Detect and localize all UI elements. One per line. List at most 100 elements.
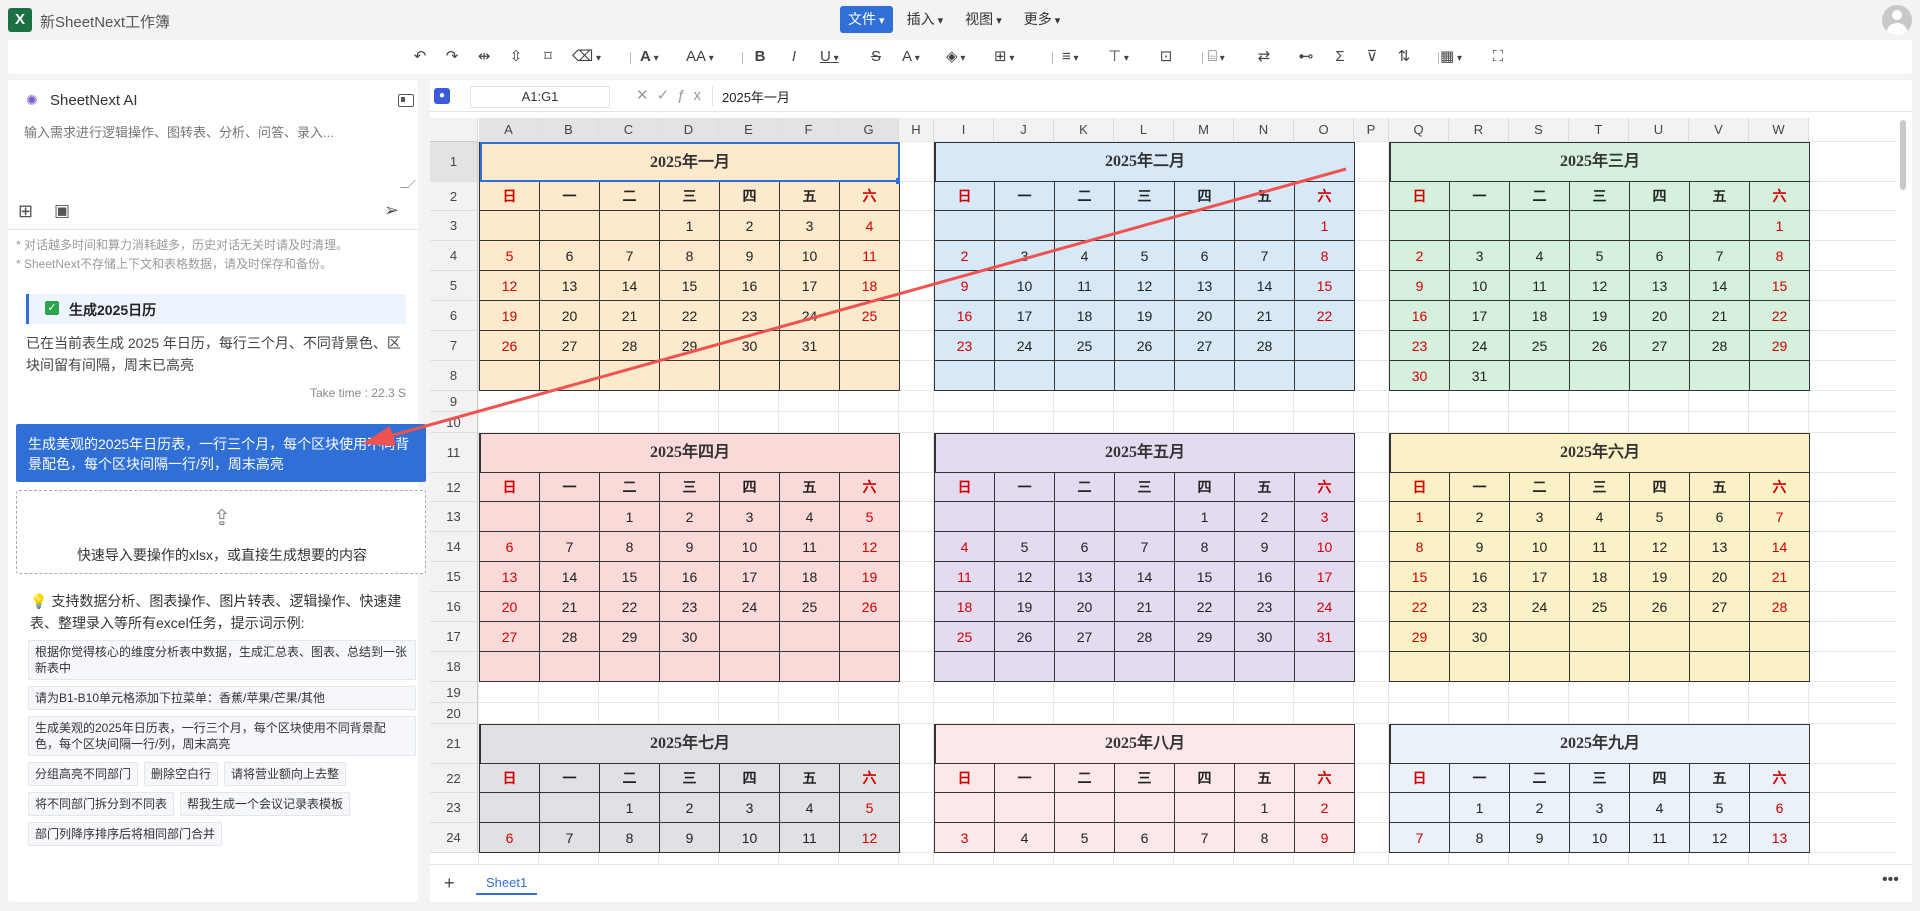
font-color-icon[interactable]: A: [902, 47, 920, 67]
day-cell[interactable]: 3: [780, 211, 840, 241]
border-icon[interactable]: ⊞: [994, 47, 1014, 67]
day-cell[interactable]: 5: [1055, 823, 1115, 853]
day-cell[interactable]: 10: [995, 271, 1055, 301]
day-cell[interactable]: [1690, 652, 1750, 682]
day-cell[interactable]: [1055, 652, 1115, 682]
weekday-header[interactable]: 日: [935, 182, 995, 211]
day-cell[interactable]: [1115, 793, 1175, 823]
workbook-title[interactable]: 新SheetNext工作簿: [40, 11, 170, 32]
conditional-format-icon[interactable]: ⌸: [1208, 47, 1225, 67]
day-cell[interactable]: [540, 502, 600, 532]
day-cell[interactable]: [995, 211, 1055, 241]
day-cell[interactable]: [1570, 361, 1630, 391]
day-cell[interactable]: 22: [1295, 301, 1355, 331]
day-cell[interactable]: [1630, 361, 1690, 391]
day-cell[interactable]: [1390, 793, 1450, 823]
weekday-header[interactable]: 日: [480, 764, 540, 793]
day-cell[interactable]: 1: [1295, 211, 1355, 241]
day-cell[interactable]: 5: [480, 241, 540, 271]
day-cell[interactable]: 12: [480, 271, 540, 301]
weekday-header[interactable]: 一: [995, 182, 1055, 211]
day-cell[interactable]: 11: [1570, 532, 1630, 562]
row-header[interactable]: 3: [430, 211, 478, 241]
weekday-header[interactable]: 五: [780, 764, 840, 793]
day-cell[interactable]: 8: [600, 823, 660, 853]
day-cell[interactable]: [540, 361, 600, 391]
day-cell[interactable]: 10: [1570, 823, 1630, 853]
day-cell[interactable]: 4: [780, 502, 840, 532]
day-cell[interactable]: [1235, 211, 1295, 241]
day-cell[interactable]: [1055, 502, 1115, 532]
cancel-icon[interactable]: ✕: [636, 87, 657, 104]
column-header[interactable]: S: [1509, 118, 1569, 142]
weekday-header[interactable]: 六: [1750, 764, 1810, 793]
day-cell[interactable]: 1: [660, 211, 720, 241]
day-cell[interactable]: [480, 652, 540, 682]
day-cell[interactable]: 24: [1510, 592, 1570, 622]
weekday-header[interactable]: 四: [1630, 182, 1690, 211]
day-cell[interactable]: 7: [1390, 823, 1450, 853]
weekday-header[interactable]: 二: [1055, 473, 1115, 502]
day-cell[interactable]: 30: [1450, 622, 1510, 652]
column-header[interactable]: Q: [1389, 118, 1449, 142]
example-prompt-chip[interactable]: 请将营业额向上去整: [224, 762, 347, 786]
row-header[interactable]: 14: [430, 532, 478, 562]
prompt-input[interactable]: [16, 118, 412, 190]
day-cell[interactable]: 7: [1115, 532, 1175, 562]
day-cell[interactable]: [1750, 622, 1810, 652]
day-cell[interactable]: [1450, 652, 1510, 682]
day-cell[interactable]: 8: [1175, 532, 1235, 562]
day-cell[interactable]: [1570, 622, 1630, 652]
row-header[interactable]: 4: [430, 241, 478, 271]
day-cell[interactable]: 7: [540, 823, 600, 853]
font-icon[interactable]: A: [640, 47, 659, 67]
day-cell[interactable]: 6: [1750, 793, 1810, 823]
format-painter-icon[interactable]: ⌑: [540, 47, 556, 67]
day-cell[interactable]: 4: [840, 211, 900, 241]
day-cell[interactable]: 27: [1055, 622, 1115, 652]
day-cell[interactable]: 11: [935, 562, 995, 592]
day-cell[interactable]: [540, 652, 600, 682]
weekday-header[interactable]: 三: [1115, 764, 1175, 793]
day-cell[interactable]: 8: [1235, 823, 1295, 853]
day-cell[interactable]: 23: [935, 331, 995, 361]
column-header[interactable]: C: [599, 118, 659, 142]
day-cell[interactable]: [1295, 361, 1355, 391]
day-cell[interactable]: 11: [780, 823, 840, 853]
day-cell[interactable]: [1055, 361, 1115, 391]
day-cell[interactable]: 22: [1750, 301, 1810, 331]
day-cell[interactable]: 11: [1055, 271, 1115, 301]
day-cell[interactable]: 7: [1175, 823, 1235, 853]
day-cell[interactable]: 10: [1510, 532, 1570, 562]
day-cell[interactable]: 6: [1630, 241, 1690, 271]
day-cell[interactable]: [995, 361, 1055, 391]
weekday-header[interactable]: 日: [480, 182, 540, 211]
add-sheet-button[interactable]: +: [444, 873, 455, 894]
day-cell[interactable]: 2: [1295, 793, 1355, 823]
menu-more[interactable]: 更多: [1016, 6, 1069, 33]
weekday-header[interactable]: 五: [780, 182, 840, 211]
day-cell[interactable]: [1235, 652, 1295, 682]
example-prompt-chip[interactable]: 部门列降序排序后将相同部门合并: [28, 822, 223, 846]
column-header[interactable]: R: [1449, 118, 1509, 142]
month-title[interactable]: 2025年六月: [1390, 433, 1810, 473]
row-header[interactable]: 21: [430, 724, 478, 764]
day-cell[interactable]: 2: [1235, 502, 1295, 532]
day-cell[interactable]: 30: [1390, 361, 1450, 391]
image-upload-button[interactable]: ▣: [54, 201, 70, 221]
column-header[interactable]: B: [539, 118, 599, 142]
day-cell[interactable]: [1235, 361, 1295, 391]
day-cell[interactable]: 19: [1630, 562, 1690, 592]
weekday-header[interactable]: 六: [1750, 473, 1810, 502]
task-header[interactable]: ✓ 生成2025日历: [26, 294, 406, 324]
weekday-header[interactable]: 四: [1175, 473, 1235, 502]
day-cell[interactable]: 17: [1295, 562, 1355, 592]
day-cell[interactable]: 9: [720, 241, 780, 271]
day-cell[interactable]: 16: [660, 562, 720, 592]
row-header[interactable]: 22: [430, 764, 478, 793]
day-cell[interactable]: [1690, 361, 1750, 391]
panel-toggle-icon[interactable]: [398, 94, 414, 107]
day-cell[interactable]: 13: [1055, 562, 1115, 592]
row-header[interactable]: 17: [430, 622, 478, 652]
row-header[interactable]: 8: [430, 361, 478, 391]
